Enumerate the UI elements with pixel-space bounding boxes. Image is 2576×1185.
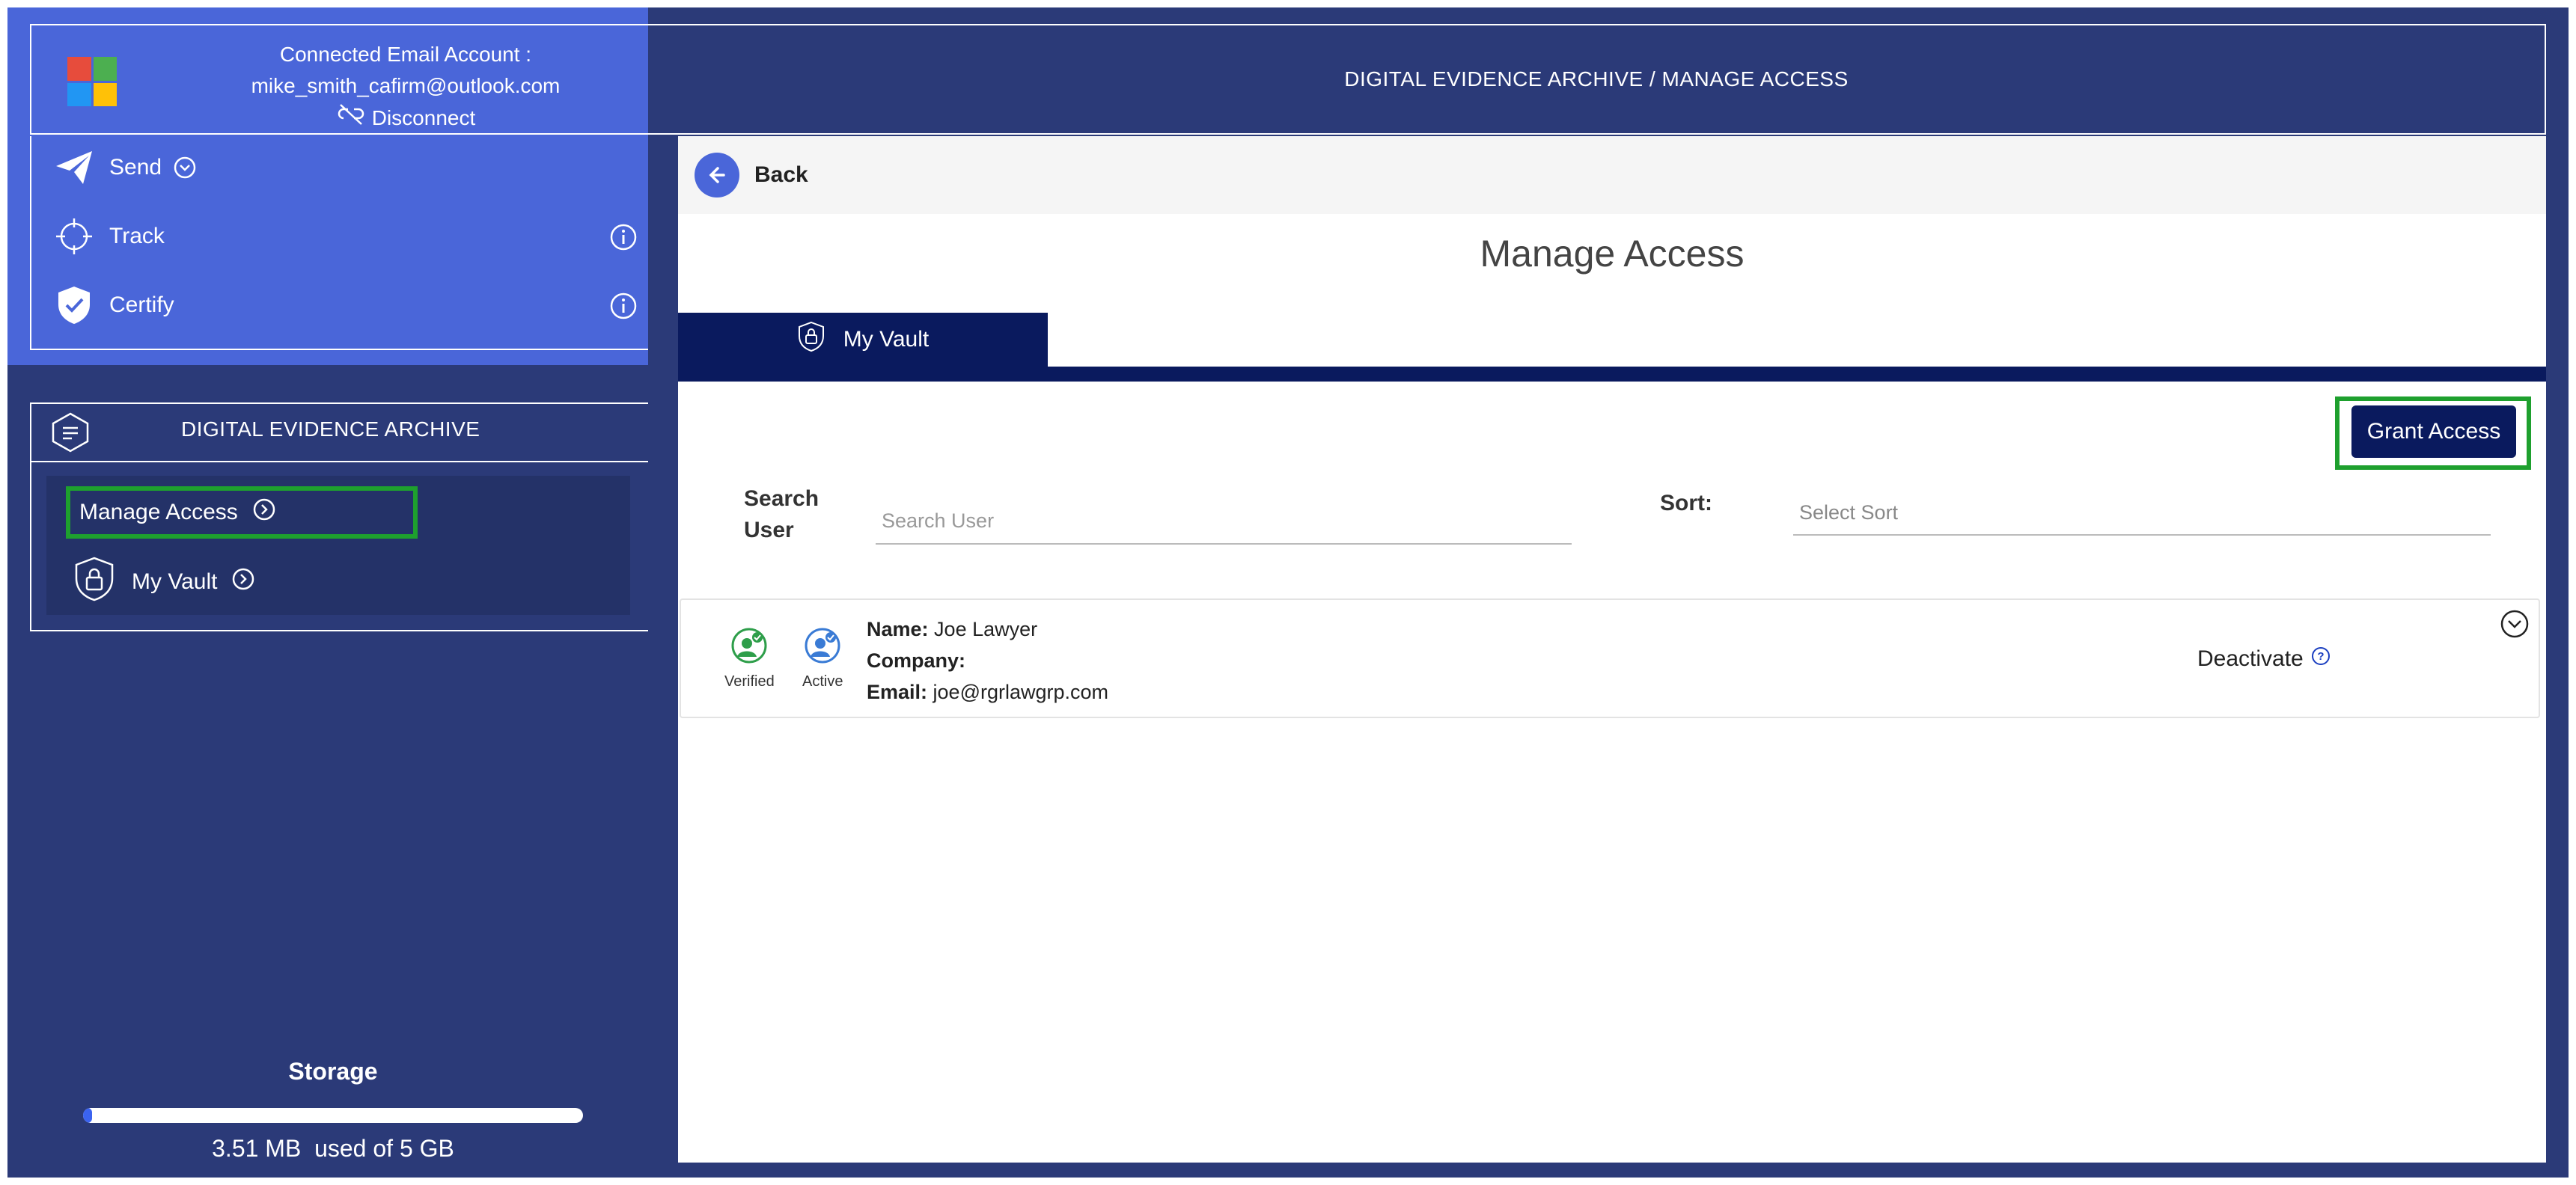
nav-item-certify[interactable]: Certify (54, 283, 638, 328)
archive-menu: Manage Access My Vault (46, 476, 630, 615)
archive-doc-icon (49, 411, 91, 459)
company-label: Company: (867, 649, 966, 672)
paper-plane-icon (54, 147, 94, 188)
tab-my-vault-label: My Vault (843, 327, 930, 352)
connected-account-panel: Connected Email Account : mike_smith_caf… (30, 24, 648, 135)
sort-label: Sort: (1660, 491, 1712, 515)
storage-usage: 3.51 MB used of 5 GB (75, 1135, 591, 1163)
back-label: Back (754, 162, 808, 187)
sidebar-item-manage-access[interactable]: Manage Access (66, 486, 418, 539)
archive-panel: DIGITAL EVIDENCE ARCHIVE Manage Access M… (30, 402, 648, 631)
page-header: DIGITAL EVIDENCE ARCHIVE / MANAGE ACCESS (648, 24, 2546, 135)
user-access-card: Verified Active Name: Joe Lawyer Company… (680, 598, 2540, 718)
name-label: Name: (867, 618, 929, 640)
storage-progress-bar (83, 1108, 583, 1123)
account-email: mike_smith_cafirm@outlook.com (251, 74, 561, 97)
storage-total-label: used of 5 GB (314, 1135, 454, 1162)
verified-user-icon (724, 627, 775, 669)
chevron-down-icon[interactable] (174, 156, 196, 179)
user-company-row: Company: (867, 645, 1108, 676)
active-label: Active (802, 673, 843, 690)
storage-used-value: 3.51 MB (212, 1135, 302, 1162)
active-badge: Active (802, 627, 843, 691)
grant-access-button[interactable]: Grant Access (2351, 405, 2516, 458)
back-button[interactable]: Back (695, 153, 808, 198)
nav-track-label: Track (109, 224, 165, 248)
arrow-left-icon (695, 153, 739, 198)
verified-label: Verified (724, 673, 775, 690)
main-content: Back Manage Access My Vault Grant Access… (678, 136, 2546, 1163)
page-title: Manage Access (1480, 233, 1745, 275)
account-label: Connected Email Account : (279, 43, 532, 66)
chevron-right-icon (253, 498, 275, 527)
search-user-label: Search User (744, 483, 819, 546)
nav-certify-label: Certify (109, 293, 174, 317)
nav-item-track[interactable]: Track (54, 214, 638, 259)
my-vault-label: My Vault (132, 569, 218, 594)
svg-text:?: ? (2317, 650, 2324, 663)
storage-panel: Storage 3.51 MB used of 5 GB (75, 1058, 591, 1163)
user-details: Name: Joe Lawyer Company: Email: joe@rgr… (867, 613, 1108, 708)
archive-title: DIGITAL EVIDENCE ARCHIVE (181, 417, 480, 441)
verified-badge: Verified (724, 627, 775, 691)
deactivate-button[interactable]: Deactivate ? (2197, 646, 2331, 672)
sort-placeholder: Select Sort (1799, 500, 1899, 524)
account-text: Connected Email Account : mike_smith_caf… (181, 39, 630, 135)
archive-header: DIGITAL EVIDENCE ARCHIVE (31, 404, 648, 462)
manage-access-label: Manage Access (79, 500, 238, 524)
user-email-row: Email: joe@rgrlawgrp.com (867, 676, 1108, 708)
microsoft-logo-icon (67, 57, 117, 106)
tab-underline (678, 367, 2546, 382)
search-user-input[interactable] (876, 498, 1572, 545)
email-label: Email: (867, 681, 928, 703)
storage-label: Storage (288, 1058, 378, 1085)
nav-send-label: Send (109, 155, 162, 180)
sidebar-bottom: DIGITAL EVIDENCE ARCHIVE Manage Access M… (7, 365, 678, 1178)
sidebar-top: Connected Email Account : mike_smith_caf… (7, 7, 648, 365)
nav-item-send[interactable]: Send (54, 145, 638, 190)
vault-lock-icon (797, 321, 825, 358)
crosshair-icon (54, 216, 94, 257)
chevron-right-icon (232, 568, 254, 596)
disconnect-label: Disconnect (371, 106, 476, 129)
sort-select[interactable]: Select Sort (1793, 491, 2491, 536)
info-icon[interactable] (609, 292, 638, 326)
search-label-line2: User (744, 518, 794, 542)
tab-my-vault[interactable]: My Vault (678, 313, 1048, 367)
disconnect-button[interactable]: Disconnect (336, 102, 476, 135)
help-icon[interactable]: ? (2311, 646, 2331, 672)
header-breadcrumb: DIGITAL EVIDENCE ARCHIVE / MANAGE ACCESS (1344, 67, 1849, 91)
info-icon[interactable] (609, 223, 638, 257)
app-frame: Connected Email Account : mike_smith_caf… (7, 7, 2569, 1178)
tab-bar: My Vault (678, 313, 2546, 382)
user-email: joe@rgrlawgrp.com (933, 681, 1109, 703)
expand-chevron-icon[interactable] (2500, 609, 2530, 643)
user-name: Joe Lawyer (934, 618, 1038, 640)
search-label-line1: Search (744, 486, 820, 511)
active-user-icon (802, 627, 843, 669)
back-bar: Back (678, 136, 2546, 214)
sidebar-item-my-vault[interactable]: My Vault (73, 557, 254, 607)
primary-nav: Send Track Certify (30, 136, 648, 350)
deactivate-label: Deactivate (2197, 646, 2304, 671)
vault-lock-icon (73, 557, 115, 607)
shield-check-icon (54, 285, 94, 325)
unlink-icon (336, 102, 366, 135)
user-name-row: Name: Joe Lawyer (867, 613, 1108, 645)
storage-progress-fill (83, 1108, 93, 1123)
